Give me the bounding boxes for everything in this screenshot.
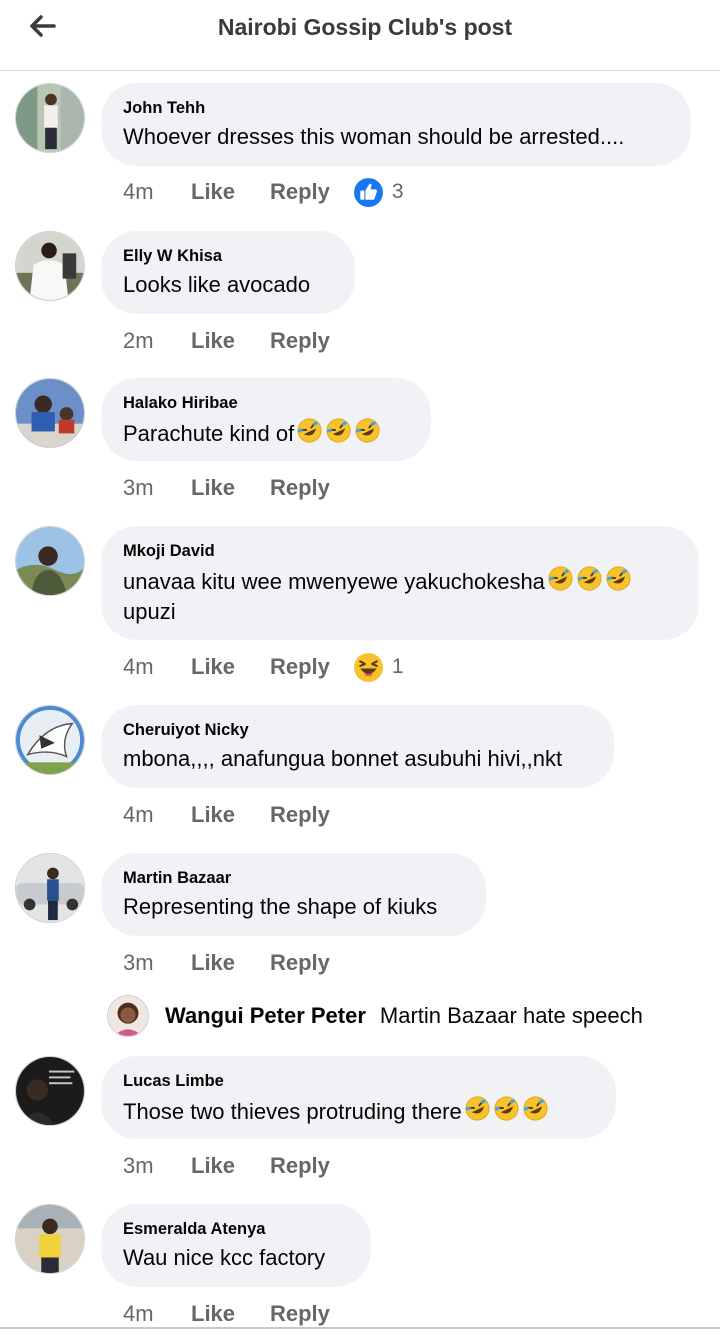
rolling-laughing-emoji-icon — [576, 565, 603, 592]
like-button[interactable]: Like — [191, 475, 270, 501]
comment-actions: 3m Like Reply — [123, 1151, 352, 1181]
rolling-laughing-emoji-icon — [354, 417, 381, 444]
comment-author[interactable]: John Tehh — [123, 98, 669, 118]
avatar[interactable] — [15, 378, 85, 448]
comment-bubble[interactable]: Halako Hiribae Parachute kind of — [101, 378, 431, 461]
comment-text: mbona,,,, anafungua bonnet asubuhi hivi,… — [123, 746, 563, 771]
reply-button[interactable]: Reply — [270, 1301, 330, 1327]
comment-time: 4m — [123, 654, 154, 679]
reply-button[interactable]: Reply — [270, 475, 330, 501]
comment-time: 3m — [123, 950, 154, 975]
rolling-laughing-emoji-icon — [493, 1095, 520, 1122]
emoji-group — [545, 566, 632, 594]
reply-button[interactable]: Reply — [270, 179, 330, 205]
rolling-laughing-emoji-icon — [605, 565, 632, 592]
comment-actions: 2m Like Reply — [123, 326, 352, 356]
comment-time: 3m — [123, 1153, 154, 1178]
comment-actions: 4m Like Reply 1 — [123, 650, 404, 684]
comment-author[interactable]: Mkoji David — [123, 541, 677, 561]
rolling-laughing-emoji-icon — [522, 1095, 549, 1122]
avatar[interactable] — [15, 231, 85, 301]
comment-bubble[interactable]: Elly W Khisa Looks like avocado — [101, 231, 355, 314]
comment-text-content: Those two thieves protruding there — [123, 1099, 462, 1124]
comment-time: 4m — [123, 1301, 154, 1326]
emoji-group — [294, 418, 381, 446]
emoji-group — [462, 1096, 549, 1124]
comment-bubble[interactable]: Lucas Limbe Those two thieves protruding… — [101, 1056, 616, 1139]
like-button[interactable]: Like — [191, 1301, 270, 1327]
avatar[interactable] — [15, 853, 85, 923]
comment-text: Whoever dresses this woman should be arr… — [123, 124, 625, 149]
comment-author[interactable]: Halako Hiribae — [123, 393, 409, 413]
reaction-count: 3 — [391, 180, 404, 203]
comment-bubble[interactable]: Mkoji David unavaa kitu wee mwenyewe yak… — [101, 526, 699, 640]
comment-actions: 4m Like Reply — [123, 1299, 352, 1329]
like-button[interactable]: Like — [191, 654, 270, 680]
comment-text-content: unavaa kitu wee mwenyewe yakuchokesha — [123, 569, 545, 594]
avatar[interactable] — [15, 526, 85, 596]
reply-button[interactable]: Reply — [270, 950, 330, 976]
like-button[interactable]: Like — [191, 179, 270, 205]
comment-actions: 3m Like Reply — [123, 948, 352, 978]
like-button[interactable]: Like — [191, 950, 270, 976]
comment-bubble[interactable]: Cheruiyot Nicky mbona,,,, anafungua bonn… — [101, 705, 614, 788]
comment-text: Representing the shape of kiuks — [123, 894, 438, 919]
rolling-laughing-emoji-icon — [547, 565, 574, 592]
like-button[interactable]: Like — [191, 1153, 270, 1179]
reaction-summary[interactable]: 1 — [351, 650, 404, 684]
haha-reaction-icon — [351, 650, 385, 684]
comment-text: Looks like avocado — [123, 272, 311, 297]
rolling-laughing-emoji-icon — [325, 417, 352, 444]
comment-actions: 4m Like Reply 3 — [123, 175, 404, 209]
avatar[interactable] — [15, 1204, 85, 1274]
comment-author[interactable]: Cheruiyot Nicky — [123, 720, 592, 740]
like-button[interactable]: Like — [191, 802, 270, 828]
reaction-count: 1 — [391, 655, 404, 678]
divider — [0, 1327, 720, 1329]
reply-button[interactable]: Reply — [270, 654, 330, 680]
reply-button[interactable]: Reply — [270, 328, 330, 354]
reaction-summary[interactable]: 3 — [351, 175, 404, 209]
comment-text: Wau nice kcc factory — [123, 1245, 326, 1270]
like-button[interactable]: Like — [191, 328, 270, 354]
comment-time: 4m — [123, 802, 154, 827]
rolling-laughing-emoji-icon — [296, 417, 323, 444]
comment-author[interactable]: Lucas Limbe — [123, 1071, 594, 1091]
comment-author[interactable]: Martin Bazaar — [123, 868, 464, 888]
comment-time: 3m — [123, 475, 154, 500]
reply-button[interactable]: Reply — [270, 802, 330, 828]
comment-author[interactable]: Esmeralda Atenya — [123, 1219, 349, 1239]
avatar[interactable] — [15, 1056, 85, 1126]
comment-text-content: Parachute kind of — [123, 421, 295, 446]
comment-time: 4m — [123, 179, 154, 204]
like-reaction-icon — [351, 175, 385, 209]
page-title: Nairobi Gossip Club's post — [217, 14, 513, 40]
comment-actions: 3m Like Reply — [123, 473, 352, 503]
reply-author[interactable]: Wangui Peter Peter — [165, 1003, 366, 1029]
top-bar: Nairobi Gossip Club's post — [0, 0, 720, 71]
comment-bubble[interactable]: John Tehh Whoever dresses this woman sho… — [101, 83, 691, 166]
comment-text: Those two thieves protruding there — [123, 1095, 594, 1127]
rolling-laughing-emoji-icon — [464, 1095, 491, 1122]
avatar[interactable] — [15, 705, 85, 775]
comment-time: 2m — [123, 328, 154, 353]
reply-button[interactable]: Reply — [270, 1153, 330, 1179]
reply-text: Martin Bazaar hate speech — [379, 1003, 643, 1028]
reply-preview[interactable]: Wangui Peter Peter Martin Bazaar hate sp… — [107, 994, 643, 1038]
comment-author[interactable]: Elly W Khisa — [123, 246, 333, 266]
avatar[interactable] — [15, 83, 85, 153]
comment-text: Parachute kind of — [123, 417, 409, 449]
comment-text-line2: upuzi — [123, 599, 176, 624]
comment-text: unavaa kitu wee mwenyewe yakuchokesha — [123, 565, 677, 597]
avatar[interactable] — [107, 995, 149, 1037]
comment-bubble[interactable]: Esmeralda Atenya Wau nice kcc factory — [101, 1204, 371, 1287]
comment-bubble[interactable]: Martin Bazaar Representing the shape of … — [101, 853, 486, 936]
comment-actions: 4m Like Reply — [123, 800, 352, 830]
